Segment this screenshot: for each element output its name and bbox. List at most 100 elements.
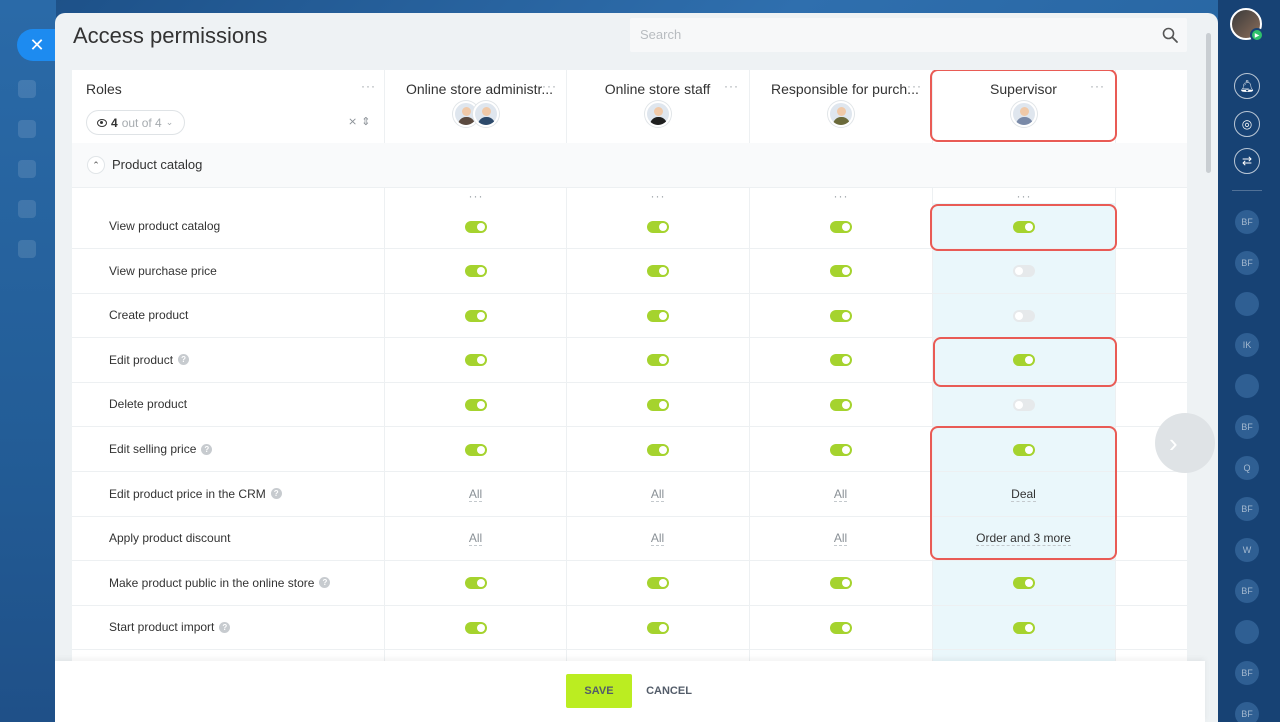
- sidebar-contact-avatar[interactable]: BF: [1235, 210, 1259, 234]
- save-button[interactable]: SAVE: [566, 674, 632, 708]
- permission-toggle[interactable]: [464, 354, 487, 367]
- permission-scope-select[interactable]: All: [468, 531, 483, 547]
- permission-scope-select[interactable]: All: [833, 487, 848, 502]
- roles-filter-button[interactable]: 4 out of 4 ⌄: [86, 110, 185, 135]
- target-icon[interactable]: ◎: [1234, 111, 1260, 137]
- permission-label-text: Edit product price in the CRM: [109, 486, 266, 501]
- search-icon[interactable]: [1161, 26, 1179, 44]
- chat-icon[interactable]: ⇄: [1234, 148, 1260, 174]
- permission-toggle[interactable]: [646, 577, 669, 590]
- help-icon[interactable]: ?: [219, 621, 231, 633]
- close-icon: ✕: [29, 34, 45, 55]
- column-bulk-menu-button[interactable]: ···: [834, 190, 849, 202]
- permission-toggle[interactable]: [829, 265, 852, 278]
- chevron-up-icon[interactable]: ⌃: [87, 156, 105, 174]
- permission-label: Edit product price in the CRM?: [109, 487, 282, 501]
- permission-toggle[interactable]: [1012, 577, 1035, 590]
- sidebar-contact-avatar[interactable]: [1235, 620, 1259, 644]
- permission-toggle[interactable]: [464, 309, 487, 322]
- current-user-avatar[interactable]: ▶: [1230, 8, 1264, 42]
- permission-toggle[interactable]: [646, 621, 669, 634]
- collapse-all-icon[interactable]: ⨯: [348, 116, 361, 128]
- help-icon[interactable]: ?: [270, 488, 282, 500]
- permission-toggle[interactable]: [646, 398, 669, 411]
- background-blob: [18, 160, 36, 178]
- permission-toggle[interactable]: [829, 309, 852, 322]
- permission-label-text: Apply product discount: [109, 531, 231, 546]
- permission-toggle[interactable]: [1012, 309, 1035, 322]
- collapse-expand-controls[interactable]: ⨯⇕: [348, 115, 374, 128]
- sidebar-contact-avatar[interactable]: Q: [1235, 456, 1259, 480]
- permission-toggle[interactable]: [829, 577, 852, 590]
- sidebar-contact-avatar[interactable]: [1235, 292, 1259, 316]
- roles-menu-button[interactable]: ···: [361, 80, 376, 92]
- permission-toggle[interactable]: [464, 443, 487, 456]
- role-menu-button[interactable]: ···: [542, 80, 557, 92]
- permission-cell: [384, 249, 567, 294]
- background-left-strip: [0, 0, 56, 722]
- permission-toggle[interactable]: [464, 577, 487, 590]
- permission-scope-select[interactable]: All: [468, 487, 483, 502]
- permission-toggle[interactable]: [829, 621, 852, 634]
- help-icon[interactable]: ?: [319, 577, 331, 589]
- permission-toggle[interactable]: [464, 621, 487, 634]
- permission-toggle[interactable]: [829, 354, 852, 367]
- permission-scope-select[interactable]: All: [833, 531, 848, 547]
- permission-label: Make product public in the online store?: [109, 576, 331, 590]
- permission-toggle[interactable]: [464, 265, 487, 278]
- permission-toggle[interactable]: [646, 309, 669, 322]
- sidebar-contact-avatar[interactable]: BF: [1235, 251, 1259, 275]
- permission-toggle[interactable]: [464, 220, 487, 233]
- sidebar-contact-avatar[interactable]: W: [1235, 538, 1259, 562]
- column-bulk-menu-button[interactable]: ···: [651, 190, 666, 202]
- sidebar-contact-avatar[interactable]: [1235, 374, 1259, 398]
- role-menu-button[interactable]: ···: [724, 80, 739, 92]
- role-column-header[interactable]: Responsible for purch... ···: [749, 70, 932, 143]
- permission-scope-select[interactable]: All: [650, 487, 665, 502]
- section-product-catalog[interactable]: ⌃ Product catalog: [72, 143, 1187, 188]
- permission-toggle[interactable]: [646, 265, 669, 278]
- bell-icon[interactable]: 🔔︎: [1234, 73, 1260, 99]
- roles-filter-suffix: out of 4: [121, 115, 162, 130]
- avatar[interactable]: [827, 101, 854, 127]
- cancel-button[interactable]: CANCEL: [639, 674, 699, 708]
- vertical-scrollbar[interactable]: [1206, 33, 1211, 683]
- right-sidebar: ▶ 🔔︎ ◎ ⇄ BF BF IK BF Q BF W BF BF BF: [1218, 0, 1280, 722]
- column-bulk-menu-button[interactable]: ···: [469, 190, 484, 202]
- permission-toggle[interactable]: [646, 443, 669, 456]
- scroll-thumb[interactable]: [1206, 33, 1211, 173]
- avatar[interactable]: [472, 101, 499, 127]
- permission-label-text: View purchase price: [109, 263, 217, 278]
- permission-toggle[interactable]: [829, 398, 852, 411]
- close-panel-button[interactable]: ✕: [17, 29, 57, 61]
- permission-toggle[interactable]: [646, 354, 669, 367]
- sidebar-contact-avatar[interactable]: BF: [1235, 415, 1259, 439]
- permission-scope-select[interactable]: All: [650, 531, 665, 547]
- role-column-header[interactable]: Online store administr... ···: [384, 70, 567, 143]
- role-column-header[interactable]: Online store staff ···: [566, 70, 749, 143]
- highlight-edit-product: [933, 337, 1117, 387]
- role-menu-button[interactable]: ···: [907, 80, 922, 92]
- scroll-right-button[interactable]: ›: [1155, 413, 1215, 473]
- permission-toggle[interactable]: [646, 220, 669, 233]
- expand-all-icon[interactable]: ⇕: [361, 116, 374, 128]
- permission-label-text: Create product: [109, 308, 189, 323]
- permission-toggle[interactable]: [1012, 398, 1035, 411]
- sidebar-contact-avatar[interactable]: BF: [1235, 702, 1259, 722]
- sidebar-contact-avatar[interactable]: BF: [1235, 661, 1259, 685]
- permission-toggle[interactable]: [829, 443, 852, 456]
- help-icon[interactable]: ?: [178, 354, 190, 366]
- help-icon[interactable]: ?: [201, 443, 213, 455]
- avatar[interactable]: [644, 101, 671, 127]
- sidebar-contact-avatar[interactable]: IK: [1235, 333, 1259, 357]
- permission-toggle[interactable]: [1012, 621, 1035, 634]
- permission-toggle[interactable]: [829, 220, 852, 233]
- sidebar-contact-avatar[interactable]: BF: [1235, 579, 1259, 603]
- sidebar-contact-avatar[interactable]: BF: [1235, 497, 1259, 521]
- permission-label-text: Edit selling price: [109, 442, 197, 456]
- permission-cell: [749, 427, 932, 472]
- permission-toggle[interactable]: [464, 398, 487, 411]
- permission-toggle[interactable]: [1012, 265, 1035, 278]
- search-input[interactable]: [640, 27, 1140, 42]
- column-bulk-menu-button[interactable]: ···: [1017, 190, 1032, 202]
